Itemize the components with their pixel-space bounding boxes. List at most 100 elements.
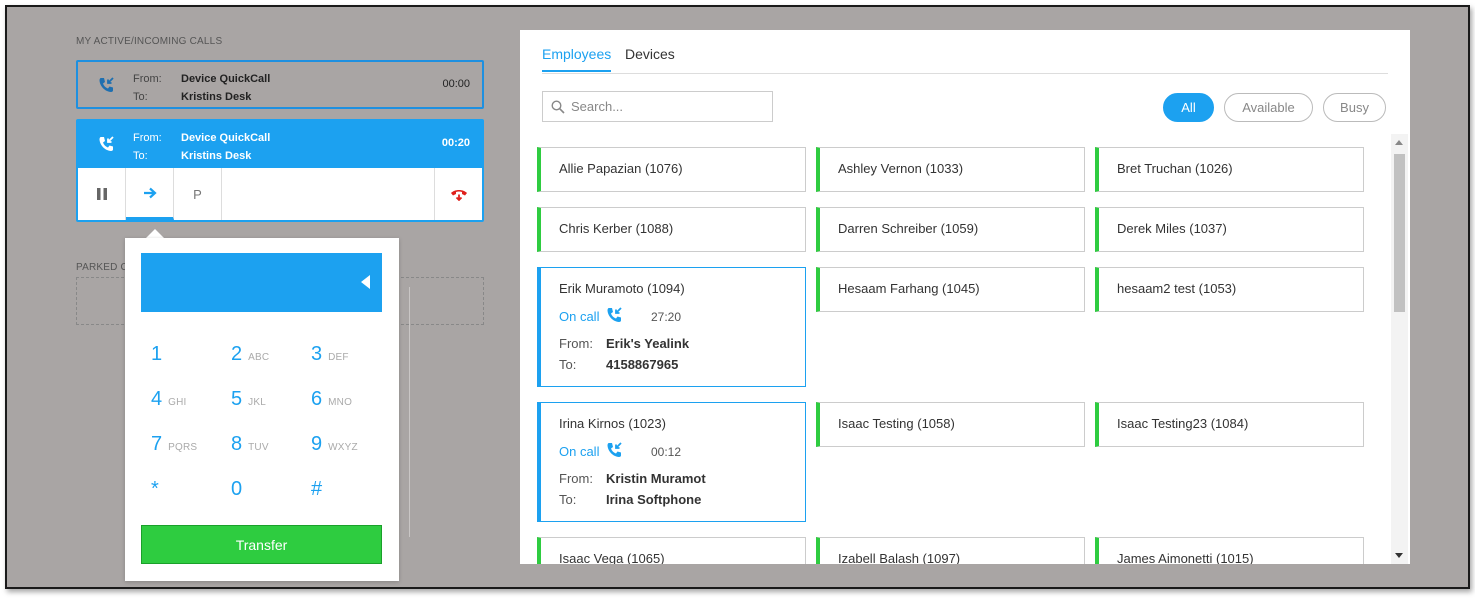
filter-all-button[interactable]: All <box>1163 93 1214 122</box>
dialpad-letters: WXYZ <box>328 442 358 453</box>
to-label: To: <box>133 91 148 103</box>
transfer-toggle-button[interactable] <box>126 168 174 220</box>
status-badge: On call <box>559 309 600 324</box>
scroll-down-icon[interactable] <box>1395 553 1403 558</box>
employee-card[interactable]: Ashley Vernon (1033) <box>816 147 1085 192</box>
caller-to: Kristins Desk <box>181 150 252 162</box>
incoming-call-icon <box>99 77 114 92</box>
active-call-card[interactable]: From: To: Device QuickCall Kristins Desk… <box>76 119 484 222</box>
caller-to: Kristins Desk <box>181 91 252 103</box>
employee-card[interactable]: Irina Kirnos (1023) On call 00:12 From: Kris… <box>537 402 806 522</box>
dialpad-digit: 6 <box>311 388 323 410</box>
dialpad-digit: # <box>311 478 323 500</box>
hangup-button[interactable] <box>434 168 482 220</box>
scroll-up-icon[interactable] <box>1395 140 1403 145</box>
employee-card[interactable]: Isaac Testing23 (1084) <box>1095 402 1364 447</box>
employee-name: Erik Muramoto (1094) <box>559 281 685 296</box>
dialpad-popup: 1 2 ABC 3 DEF 4 GHI 5 JKL 6 MNO 7 PQRS 8 TUV 9 WXYZ * 0 # T… <box>125 238 399 581</box>
dialpad-digit: 5 <box>231 388 243 410</box>
filter-busy-button[interactable]: Busy <box>1323 93 1386 122</box>
dialpad-key[interactable]: 9 WXYZ <box>311 433 381 463</box>
call-status-icon <box>604 305 624 325</box>
active-calls-heading: MY ACTIVE/INCOMING CALLS <box>76 36 223 47</box>
parked-calls-heading: PARKED C <box>76 262 128 273</box>
employee-card[interactable]: Bret Truchan (1026) <box>1095 147 1364 192</box>
dialpad-digit: 3 <box>311 343 323 365</box>
dialpad-letters: MNO <box>328 397 353 408</box>
scrollbar-thumb[interactable] <box>1394 154 1405 312</box>
dialpad-digit: 8 <box>231 433 243 455</box>
dialpad-key[interactable]: 3 DEF <box>311 343 381 373</box>
call-duration: 00:12 <box>651 445 682 459</box>
dialpad-key[interactable]: # <box>311 478 381 508</box>
from-label: From: <box>133 132 162 144</box>
dialpad-key[interactable]: 0 <box>231 478 301 508</box>
call-timer: 00:00 <box>442 78 470 90</box>
dialpad-key[interactable]: 2 ABC <box>231 343 301 373</box>
employee-name: Izabell Balash (1097) <box>838 551 961 564</box>
call-from: Kristin Muramot <box>606 471 706 486</box>
employee-card[interactable]: hesaam2 test (1053) <box>1095 267 1364 312</box>
tab-devices[interactable]: Devices <box>625 46 675 70</box>
scrollbar[interactable] <box>1391 134 1408 564</box>
employee-list: Allie Papazian (1076) Ashley Vernon (1033… <box>520 134 1391 564</box>
transfer-button[interactable]: Transfer <box>141 525 382 564</box>
dialpad-key[interactable]: 7 PQRS <box>151 433 221 463</box>
employee-card[interactable]: Izabell Balash (1097) <box>816 537 1085 564</box>
to-label: To: <box>559 357 577 372</box>
directory-panel: Employees Devices All Available Busy All… <box>520 30 1410 564</box>
backspace-icon[interactable] <box>361 275 370 289</box>
dial-number-display[interactable] <box>141 253 382 312</box>
park-button[interactable]: P <box>174 168 222 220</box>
filter-available-button[interactable]: Available <box>1224 93 1313 122</box>
dialpad-letters: GHI <box>168 397 187 408</box>
employee-card[interactable]: Derek Miles (1037) <box>1095 207 1364 252</box>
employee-card[interactable]: Isaac Vega (1065) <box>537 537 806 564</box>
caller-from: Device QuickCall <box>181 132 271 144</box>
search-input[interactable] <box>571 99 751 114</box>
dialpad-key[interactable]: 5 JKL <box>231 388 301 418</box>
hangup-icon <box>450 190 467 201</box>
employee-name: Ashley Vernon (1033) <box>838 161 964 176</box>
hold-button[interactable] <box>78 168 126 220</box>
employee-card[interactable]: Allie Papazian (1076) <box>537 147 806 192</box>
employee-name: Allie Papazian (1076) <box>559 161 683 176</box>
dialpad-key[interactable]: 4 GHI <box>151 388 221 418</box>
dialpad-digit: 2 <box>231 343 243 365</box>
employee-card[interactable]: James Aimonetti (1015) <box>1095 537 1364 564</box>
tab-employees[interactable]: Employees <box>542 46 612 72</box>
employee-name: Isaac Testing23 (1084) <box>1117 416 1249 431</box>
dialpad-letters: PQRS <box>168 442 198 453</box>
employee-name: Irina Kirnos (1023) <box>559 416 666 431</box>
dialpad-key[interactable]: 8 TUV <box>231 433 301 463</box>
employee-card[interactable]: Chris Kerber (1088) <box>537 207 806 252</box>
call-status-icon <box>604 440 624 460</box>
to-label: To: <box>559 492 577 507</box>
employee-name: Hesaam Farhang (1045) <box>838 281 980 296</box>
directory-tabs: Employees Devices <box>542 42 1388 74</box>
status-badge: On call <box>559 444 600 459</box>
dialpad-key[interactable]: 6 MNO <box>311 388 381 418</box>
call-to: Irina Softphone <box>606 492 702 507</box>
dialpad-letters: DEF <box>328 352 349 363</box>
dialpad-letters: JKL <box>248 397 266 408</box>
incoming-call-card[interactable]: From: To: Device QuickCall Kristins Desk… <box>76 60 484 109</box>
dialpad-digit: 4 <box>151 388 163 410</box>
employee-name: Darren Schreiber (1059) <box>838 221 979 236</box>
pause-icon <box>96 188 107 200</box>
incoming-call-icon <box>99 136 114 151</box>
dialpad-letters: TUV <box>248 442 269 453</box>
employee-name: Isaac Vega (1065) <box>559 551 665 564</box>
employee-card[interactable]: Isaac Testing (1058) <box>816 402 1085 447</box>
employee-name: Derek Miles (1037) <box>1117 221 1227 236</box>
dialpad-letters: ABC <box>248 352 270 363</box>
employee-card[interactable]: Hesaam Farhang (1045) <box>816 267 1085 312</box>
employee-card[interactable]: Erik Muramoto (1094) On call 27:20 From: Eri… <box>537 267 806 387</box>
dialpad-key[interactable]: * <box>151 478 221 508</box>
dialpad-digit: 9 <box>311 433 323 455</box>
dialpad-digit: * <box>151 478 159 500</box>
dialpad-key[interactable]: 1 <box>151 343 221 373</box>
from-label: From: <box>559 336 593 351</box>
employee-card[interactable]: Darren Schreiber (1059) <box>816 207 1085 252</box>
call-controls: P <box>78 168 482 220</box>
